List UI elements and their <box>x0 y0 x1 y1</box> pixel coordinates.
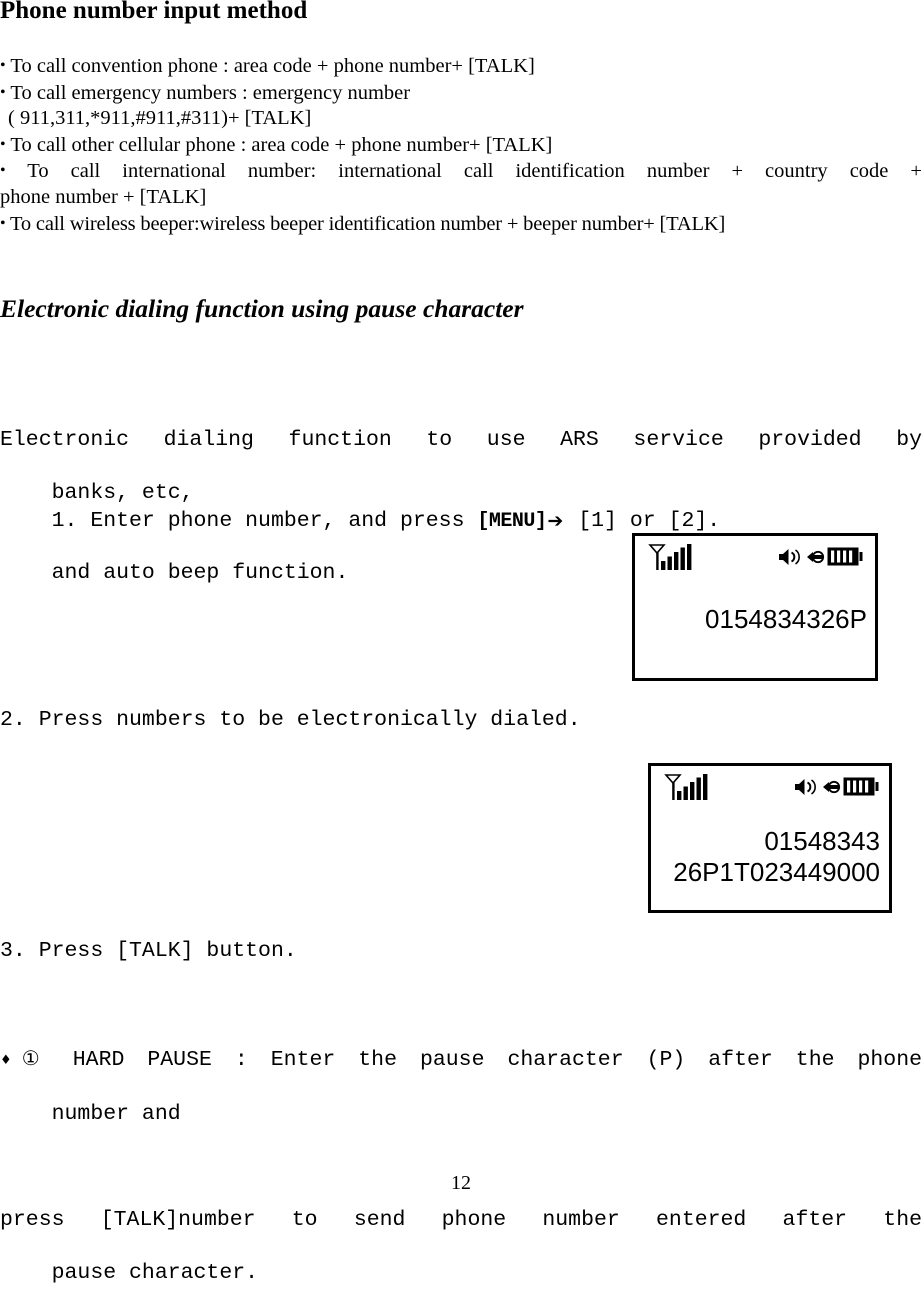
menu-key-label: [MENU] <box>477 509 547 533</box>
list-item-label: To call international number: internatio… <box>27 160 922 183</box>
list-item-continuation: ( 911,311,*911,#911,#311)+ [TALK] <box>0 106 922 132</box>
list-item-label: To call convention phone : area code + p… <box>10 55 535 77</box>
speaker-icon <box>795 779 816 795</box>
list-item-label: To call wireless beeper:wireless beeper … <box>10 212 726 235</box>
bullet-dot-icon: • <box>0 57 6 74</box>
hard-pause-note: ♦① HARD PAUSE : Enter the pause characte… <box>0 992 922 1313</box>
bullet-dot-icon: • <box>0 135 6 153</box>
signal-strength-icon <box>648 544 692 570</box>
display-text: 0154834326P <box>705 604 867 634</box>
note-line-4: pause character. <box>51 1261 259 1285</box>
list-item: • To call other cellular phone : area co… <box>0 132 922 159</box>
page-number: 12 <box>451 1172 471 1194</box>
section-title: Electronic dialing function using pause … <box>0 294 524 323</box>
step-1-prefix: 1. Enter phone number, and press <box>51 508 478 533</box>
list-item: • To call convention phone : area code +… <box>0 53 922 80</box>
bullet-list: • To call convention phone : area code +… <box>0 53 922 237</box>
arrow-right-icon: ➔ <box>547 509 564 532</box>
list-item: • To call international number: internat… <box>0 158 922 185</box>
page-title: Phone number input method <box>0 0 308 24</box>
step-1: 1. Enter phone number, and press [MENU]➔… <box>0 481 721 562</box>
intro-line-3: and auto beep function. <box>51 560 349 585</box>
list-item-continuation: phone number + [TALK] <box>0 185 922 211</box>
battery-icon <box>843 777 879 796</box>
note-line-1-label: HARD PAUSE : Enter the pause character (… <box>49 1048 922 1072</box>
phone-display-1: 0154834326P <box>632 533 878 681</box>
list-item-label: To call emergency numbers : emergency nu… <box>10 81 411 104</box>
list-item: • To call wireless beeper:wireless beepe… <box>0 211 922 238</box>
note-line-1: ♦① HARD PAUSE : Enter the pause characte… <box>0 1045 922 1075</box>
list-item-label: ( 911,311,*911,#911,#311)+ [TALK] <box>8 107 312 130</box>
diamond-bullet-icon: ♦ <box>0 1053 22 1068</box>
signal-strength-icon <box>664 774 708 800</box>
note-line-2: number and <box>51 1102 181 1126</box>
roaming-icon <box>807 550 825 564</box>
phone-display-2: 01548343 26P1T023449000 <box>648 763 892 913</box>
display-statusbar <box>651 766 889 808</box>
list-item: • To call emergency numbers : emergency … <box>0 80 922 107</box>
display-text: 01548343 26P1T023449000 <box>673 826 880 887</box>
step-2: 2. Press numbers to be electronically di… <box>0 708 581 732</box>
bullet-dot-icon: • <box>0 214 6 232</box>
step-1-suffix: [1] or [2]. <box>565 508 721 533</box>
document-page: Phone number input method • To call conv… <box>0 0 922 1285</box>
circled-one-icon: ① <box>21 1046 50 1070</box>
bullet-dot-icon: • <box>0 83 6 101</box>
speaker-icon <box>779 549 800 565</box>
list-item-label: phone number + [TALK] <box>0 185 207 208</box>
step-3: 3. Press [TALK] button. <box>0 939 297 963</box>
display-statusbar <box>635 536 875 578</box>
list-item-label: To call other cellular phone : area code… <box>10 133 553 156</box>
bullet-dot-icon: • <box>0 162 6 180</box>
battery-icon <box>827 547 863 566</box>
roaming-icon <box>823 780 841 794</box>
intro-line-1: Electronic dialing function to use ARS s… <box>0 428 922 452</box>
note-line-3: press [TALK]number to send phone number … <box>0 1208 922 1232</box>
